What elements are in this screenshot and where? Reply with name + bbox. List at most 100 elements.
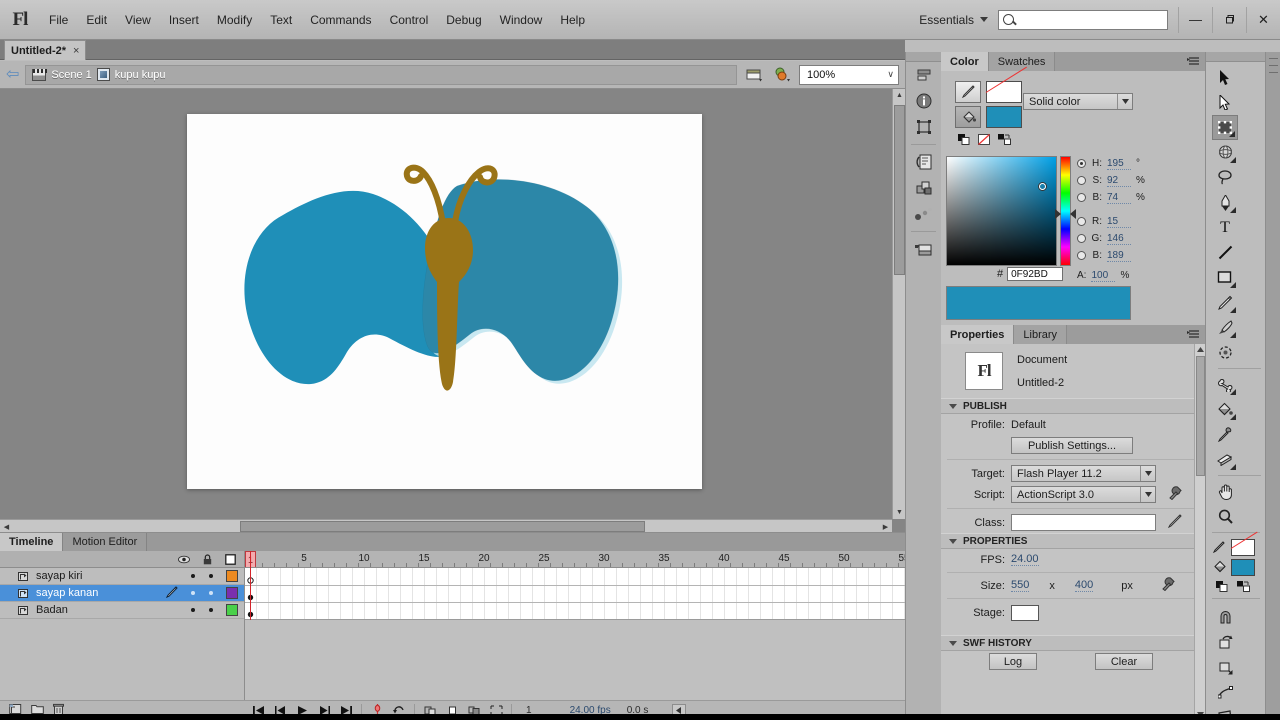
tab-motion-editor[interactable]: Motion Editor: [63, 533, 148, 551]
hue-slider-marker[interactable]: [1055, 209, 1061, 219]
search-input[interactable]: [998, 9, 1168, 30]
class-input[interactable]: [1011, 514, 1156, 531]
properties-scrollbar[interactable]: [1194, 344, 1205, 720]
panel-menu-icon[interactable]: [1187, 56, 1200, 67]
channel-radio-b[interactable]: [1077, 193, 1086, 202]
selection-tool[interactable]: [1212, 65, 1238, 90]
pencil-tool[interactable]: [1212, 290, 1238, 315]
channel-value[interactable]: 146: [1107, 233, 1131, 245]
swap-colors-icon[interactable]: [998, 134, 1011, 148]
channel-radio-g[interactable]: [1077, 234, 1086, 243]
size-height-value[interactable]: 400: [1074, 579, 1094, 592]
workspace-switcher[interactable]: Essentials: [909, 13, 998, 27]
layer-outline-color[interactable]: [226, 604, 238, 616]
layer-row-2[interactable]: Badan: [0, 602, 244, 619]
layer-visibility-toggle[interactable]: [191, 574, 195, 578]
swap-colors-icon[interactable]: [1237, 581, 1250, 595]
layer-lock-toggle[interactable]: [209, 591, 213, 595]
tools-panel-collapse-handle[interactable]: [1206, 52, 1265, 62]
document-tab[interactable]: Untitled-2* ×: [4, 40, 87, 60]
lock-icon[interactable]: [201, 553, 213, 565]
menu-item-view[interactable]: View: [116, 9, 160, 31]
envelope-icon[interactable]: [1212, 680, 1238, 705]
fps-value[interactable]: 24.00: [1011, 553, 1039, 566]
tools-fill-swatch[interactable]: [1231, 559, 1255, 576]
channel-radio-h[interactable]: [1077, 159, 1086, 168]
tools-fill-color-icon[interactable]: [1213, 560, 1227, 576]
channel-value[interactable]: 189: [1107, 250, 1131, 262]
layer-name[interactable]: Badan: [36, 604, 184, 616]
frame-grid[interactable]: [245, 568, 905, 620]
tab-properties[interactable]: Properties: [941, 325, 1015, 344]
minimize-button[interactable]: —: [1178, 6, 1212, 33]
pencil-edit-icon[interactable]: [1167, 514, 1182, 531]
lasso-tool[interactable]: [1212, 165, 1238, 190]
tab-timeline[interactable]: Timeline: [0, 533, 64, 551]
align-panel-icon[interactable]: [906, 62, 942, 88]
channel-radio-r[interactable]: [1077, 217, 1086, 226]
layer-name[interactable]: sayap kanan: [36, 587, 159, 599]
black-and-white-icon[interactable]: [958, 134, 970, 148]
close-button[interactable]: ✕: [1246, 6, 1280, 33]
channel-value[interactable]: 74: [1107, 192, 1131, 204]
fill-color-button[interactable]: [955, 106, 981, 128]
log-button[interactable]: Log: [989, 653, 1037, 670]
stage-area[interactable]: ▲ ▼ ◀ ▶: [0, 89, 906, 720]
layer-lock-toggle[interactable]: [209, 608, 213, 612]
scrollbar-thumb-horizontal[interactable]: [240, 521, 645, 532]
brush-tool[interactable]: [1212, 315, 1238, 340]
breadcrumb-scene[interactable]: Scene 1: [32, 68, 92, 81]
scrollbar-thumb-vertical[interactable]: [894, 105, 905, 275]
frames-panel[interactable]: 5101520253035404550556065707580851: [245, 551, 905, 720]
edit-symbols-button[interactable]: [771, 65, 793, 85]
menu-item-control[interactable]: Control: [381, 9, 438, 31]
channel-value[interactable]: 92: [1107, 175, 1131, 187]
channel-radio-s[interactable]: [1077, 176, 1086, 185]
channel-radio-b[interactable]: [1077, 251, 1086, 260]
menu-item-commands[interactable]: Commands: [301, 9, 380, 31]
fill-color-swatch[interactable]: [986, 106, 1022, 128]
back-arrow-icon[interactable]: ⇦: [6, 66, 19, 83]
layer-name[interactable]: sayap kiri: [36, 570, 184, 582]
menu-item-insert[interactable]: Insert: [160, 9, 208, 31]
keyframe-layer-3[interactable]: [246, 602, 256, 618]
channel-value[interactable]: 15: [1107, 216, 1131, 228]
layer-outline-color[interactable]: [226, 570, 238, 582]
menu-item-modify[interactable]: Modify: [208, 9, 261, 31]
tools-stroke-swatch[interactable]: [1231, 539, 1255, 556]
eye-icon[interactable]: [178, 553, 190, 565]
clear-button[interactable]: Clear: [1095, 653, 1153, 670]
text-tool[interactable]: T: [1212, 215, 1238, 240]
no-color-icon[interactable]: [978, 134, 990, 148]
menu-item-debug[interactable]: Debug: [437, 9, 490, 31]
size-width-value[interactable]: 550: [1011, 579, 1030, 592]
motion-presets-icon[interactable]: [906, 201, 942, 227]
scale-icon[interactable]: [1212, 655, 1238, 680]
breadcrumb-symbol[interactable]: kupu kupu: [96, 68, 166, 81]
zoom-tool[interactable]: [1212, 504, 1238, 529]
outline-icon[interactable]: [224, 553, 236, 565]
scrollbar-thumb[interactable]: [1196, 356, 1205, 476]
alpha-value[interactable]: 100: [1091, 270, 1116, 282]
timeline-ruler[interactable]: 5101520253035404550556065707580851: [245, 551, 905, 568]
3d-rotation-tool[interactable]: [1212, 140, 1238, 165]
close-icon[interactable]: ×: [73, 45, 79, 57]
wrench-icon[interactable]: [1168, 486, 1182, 503]
components-icon[interactable]: [906, 175, 942, 201]
layer-lock-toggle[interactable]: [209, 574, 213, 578]
properties-section-header[interactable]: PROPERTIES: [941, 533, 1205, 549]
hex-color-input[interactable]: 0F92BD: [1007, 267, 1064, 281]
layer-visibility-toggle[interactable]: [191, 591, 195, 595]
tab-library[interactable]: Library: [1014, 325, 1068, 344]
layer-row-0[interactable]: sayap kiri: [0, 568, 244, 585]
color-picker-cursor[interactable]: [1039, 183, 1046, 190]
panel-menu-icon[interactable]: [1187, 329, 1200, 340]
playhead[interactable]: [250, 551, 251, 620]
saturation-brightness-field[interactable]: [946, 156, 1057, 266]
layer-row-1[interactable]: sayap kanan: [0, 585, 244, 602]
script-select[interactable]: ActionScript 3.0: [1011, 486, 1156, 503]
snap-to-objects-icon[interactable]: [1212, 605, 1238, 630]
layer-outline-color[interactable]: [226, 587, 238, 599]
code-snippets-icon[interactable]: [906, 149, 942, 175]
menu-item-text[interactable]: Text: [261, 9, 301, 31]
